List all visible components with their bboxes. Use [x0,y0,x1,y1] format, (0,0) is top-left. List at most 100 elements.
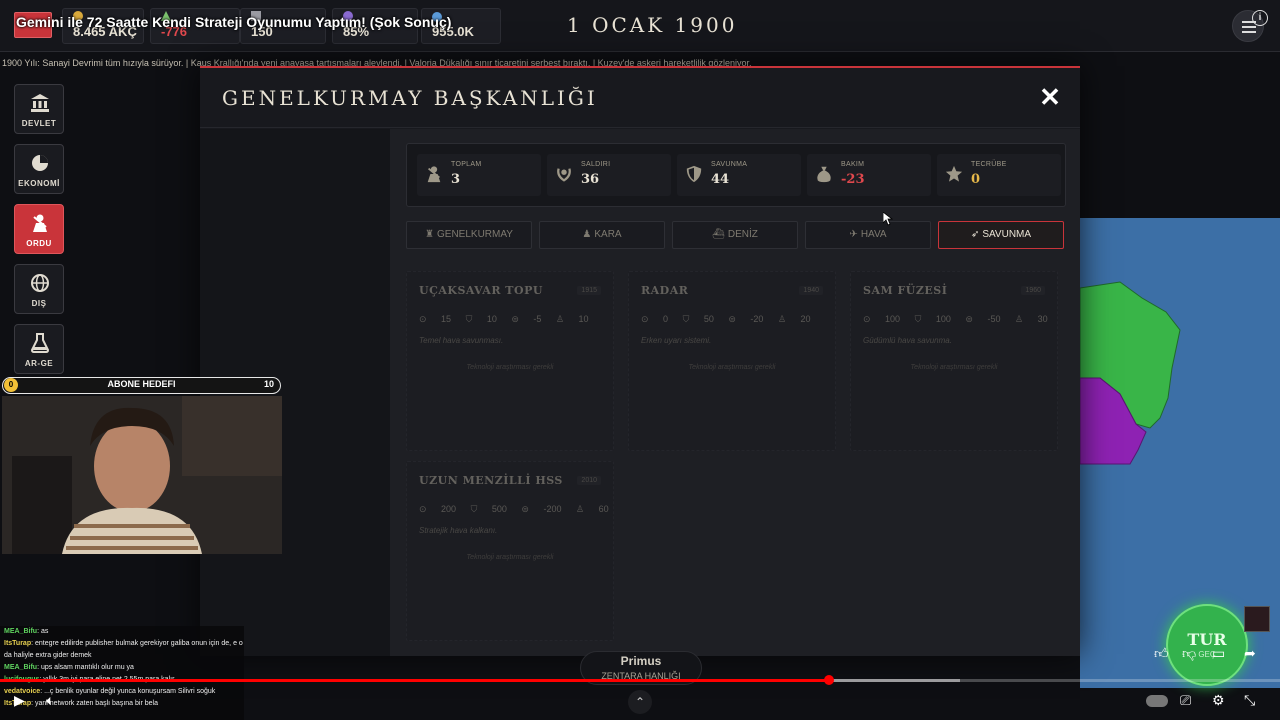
unit-name: Primus [620,654,662,668]
progress-scrubber[interactable] [824,675,834,685]
chat-message: MEA_Bifu: as [4,626,244,638]
stat-value: 3 [451,172,461,187]
unit-card-radar[interactable]: RADAR 1940 ⊙ 0 ⛉ 50 ⊜ -20 ♙ 20 Erken uya… [628,271,836,451]
tab-kara[interactable]: ♟ KARA [539,221,665,249]
game-date: 1 OCAK 1900 [567,13,738,37]
stat-label: BAKIM [841,161,865,168]
unit-manpower: 30 [1037,314,1048,324]
unit-lock-text: Teknoloji araştırması gerekli [688,364,776,371]
end-turn-label: TUR [1187,630,1227,649]
autoplay-toggle-icon[interactable] [1146,695,1168,707]
like-icon[interactable]: 👍︎ [1154,645,1169,662]
chat-user: MEA_Bifu [4,628,38,635]
wreath-icon [557,168,571,182]
streamer-silhouette [2,396,282,554]
tab-hava[interactable]: ✈ HAVA [805,221,931,249]
unit-stats: ⊙ 100 ⛉ 100 ⊜ -50 ♙ 30 [863,314,1060,325]
soldier-icon [427,166,441,183]
coin-icon: ⊜ [511,314,522,324]
subscriber-goal-bar: 0 ABONE HEDEFI 10 [2,377,281,394]
tab-genelkurmay[interactable]: ♜ GENELKURMAY [406,221,532,249]
video-progress-bar[interactable] [0,679,1280,682]
sidebar-item-arge[interactable]: AR-GE [14,324,64,374]
sidebar-item-ordu[interactable]: ORDU [14,204,64,254]
unit-desc: Stratejik hava kalkanı. [419,526,498,535]
info-icon[interactable]: i [1252,10,1268,26]
unit-card-long-range[interactable]: UZUN MENZİLLİ HSS 2010 ⊙ 200 ⛉ 500 ⊜ -20… [406,461,614,641]
coin-icon: ⊜ [728,314,739,324]
share-icon[interactable]: ➦ [1244,645,1256,662]
sidebar-item-devlet[interactable]: DEVLET [14,84,64,134]
chat-message: vedatvoice: ...ç benlik oyunlar değil yu… [4,686,244,698]
unit-name: SAM FÜZESİ [863,284,948,297]
unit-name: UÇAKSAVAR TOPU [419,284,543,297]
unit-stats: ⊙ 15 ⛉ 10 ⊜ -5 ♙ 10 [419,314,601,325]
stat-value: -23 [841,172,865,187]
soldier-icon: ♟ [582,229,592,240]
chat-message: MEA_Bifu: ups alsam mantıklı olur mu ya [4,662,244,674]
sidebar-item-dis[interactable]: DIŞ [14,264,64,314]
shield-icon: ⛉ [465,314,475,324]
army-stats-panel: TOPLAM 3 SALDIRI 36 SAVUNMA 44 BAKIM -23… [406,143,1066,207]
pie-chart-icon [32,155,48,171]
sidebar-item-ekonomi[interactable]: EKONOMİ [14,144,64,194]
tab-deniz[interactable]: ⛴ DENİZ [672,221,798,249]
tab-label: SAVUNMA [982,229,1032,240]
unit-manpower: 20 [800,314,811,324]
play-icon[interactable]: ▶ [14,692,25,709]
unit-desc: Temel hava savunması. [419,336,504,345]
tab-label: DENİZ [727,229,758,240]
chat-text: : ...ç benlik oyunlar değil yunca konuşu… [40,688,216,695]
chat-text: : entegre edilirde publisher bulmak gere… [4,640,243,659]
unit-year: 2010 [577,476,601,485]
unit-card-sam[interactable]: SAM FÜZESİ 1960 ⊙ 100 ⛉ 100 ⊜ -50 ♙ 30 G… [850,271,1058,451]
stat-defense: SAVUNMA 44 [677,154,801,196]
star-icon [945,165,963,182]
tab-label: HAVA [860,229,887,240]
unit-stats: ⊙ 200 ⛉ 500 ⊜ -200 ♙ 60 [419,504,621,515]
unit-name: RADAR [641,284,689,297]
chat-message: ItsTurap: yani network zaten başlı başın… [4,698,244,710]
chat-user: MEA_Bifu [4,664,38,671]
sidebar-item-label: AR-GE [24,359,54,368]
shield-icon: ⛉ [682,314,692,324]
settings-icon[interactable]: ⚙ [1212,692,1225,709]
comment-icon[interactable]: ▭ [1212,645,1225,662]
sidebar-item-label: DEVLET [21,119,57,128]
sidebar-item-label: EKONOMİ [18,179,60,188]
video-title[interactable]: Gemini ile 72 Saatte Kendi Strateji Oyun… [16,14,451,30]
stat-value: 36 [581,172,600,187]
person-icon: ♙ [555,314,567,324]
stat-label: SAVUNMA [711,161,748,168]
stat-experience: TECRÜBE 0 [937,154,1061,196]
tab-savunma[interactable]: ➶ SAVUNMA [938,221,1064,249]
unit-defense: 500 [491,504,507,514]
hamburger-icon-line [1242,31,1256,33]
bank-icon [31,94,49,112]
top-bar: 8.465 AKÇ -776 150 85% 955.0K Gemini ile… [0,0,1280,52]
fullscreen-exit-icon[interactable]: ⤡ [1244,692,1255,709]
flask-icon [30,333,50,353]
end-turn-button[interactable]: TUR GEÇ [1166,604,1248,686]
channel-logo-icon[interactable] [1244,606,1270,632]
unit-lock-text: Teknoloji araştırması gerekli [466,364,554,371]
close-icon[interactable]: ✕ [1038,84,1062,110]
unit-stats: ⊙ 0 ⛉ 50 ⊜ -20 ♙ 20 [641,314,823,325]
stat-attack: SALDIRI 36 [547,154,671,196]
unit-defense: 100 [935,314,951,324]
stat-value: 0 [971,172,981,187]
unit-year: 1960 [1021,286,1045,295]
attack-icon: ⊙ [419,314,430,324]
tab-label: GENELKURMAY [437,229,513,240]
end-turn-sublabel: GEÇ [1198,650,1216,659]
unit-card-ucaksavar[interactable]: UÇAKSAVAR TOPU 1915 ⊙ 15 ⛉ 10 ⊜ -5 ♙ 10 … [406,271,614,451]
volume-icon[interactable]: 🔈︎ [46,692,54,709]
modal-header: GENELKURMAY BAŞKANLIĞI ✕ [200,68,1080,128]
unit-lock-text: Teknoloji araştırması gerekli [910,364,998,371]
dislike-icon[interactable]: 👎︎ [1182,645,1196,662]
captions-icon[interactable]: ⎚ [1180,692,1191,709]
unit-name: UZUN MENZİLLİ HSS [419,474,563,487]
modal-title: GENELKURMAY BAŞKANLIĞI [222,86,598,110]
coin-icon: ⊜ [521,504,532,514]
chevron-up-icon[interactable]: ⌃ [628,690,652,714]
